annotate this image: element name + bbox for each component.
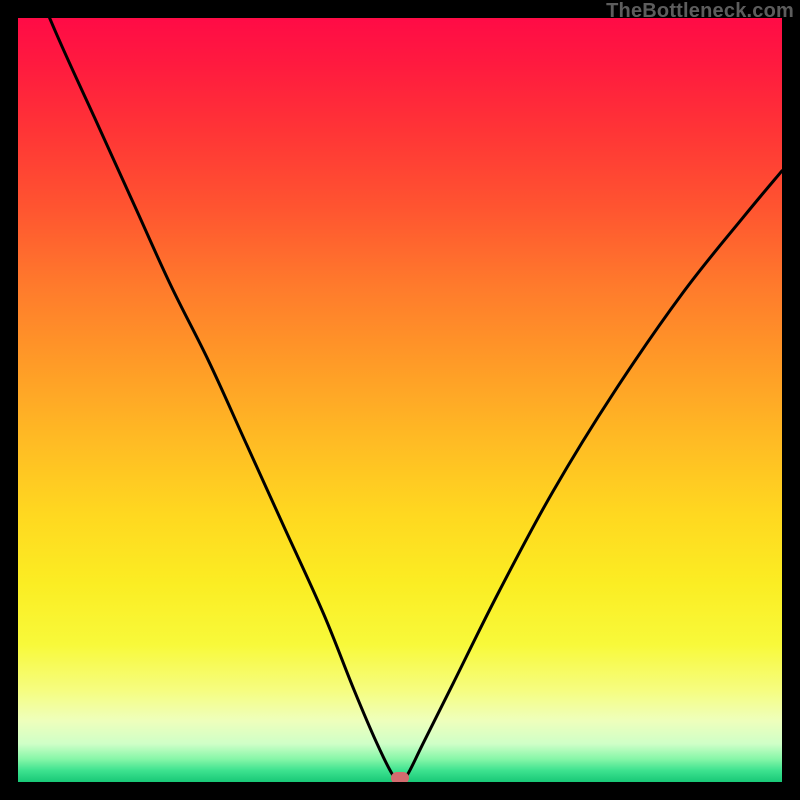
watermark-text: TheBottleneck.com — [606, 0, 794, 23]
chart-frame: TheBottleneck.com — [0, 0, 800, 800]
bottleneck-curve — [18, 18, 782, 782]
plot-area — [18, 18, 782, 782]
optimum-marker — [391, 772, 409, 782]
